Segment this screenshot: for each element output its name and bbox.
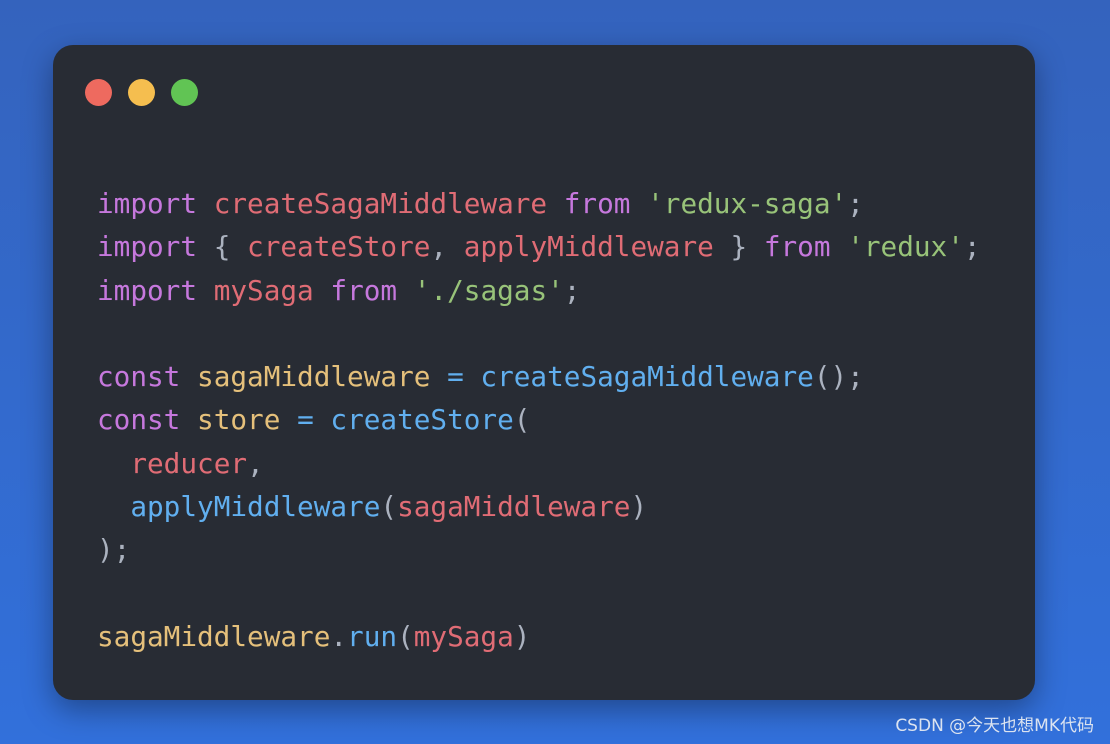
code-token-punct [547,187,564,220]
code-block: import createSagaMiddleware from 'redux-… [97,182,981,658]
code-token-variable: createSagaMiddleware [213,187,548,220]
code-token-punct [197,274,214,307]
code-token-keyword: import [97,230,198,264]
code-line: const store = createStore( [97,398,981,441]
code-token-punct [180,403,197,436]
code-token-keyword: const [97,360,181,394]
code-token-punct [630,187,647,220]
code-token-string: './sagas' [413,273,564,307]
code-token-punct: ( [397,619,414,653]
code-token-punct [97,447,130,480]
code-token-punct: , [247,446,264,480]
code-token-string: 'redux' [847,230,964,264]
code-token-punct [464,360,481,393]
code-token-punct: ) [513,619,531,653]
code-window: import createSagaMiddleware from 'redux-… [53,45,1035,700]
code-token-punct: . [330,619,348,653]
code-token-function: = [297,403,314,437]
code-token-function: createStore [330,403,514,437]
code-token-punct [314,274,331,307]
code-token-punct [397,274,414,307]
code-token-punct [430,360,447,393]
minimize-dot-icon [128,79,155,106]
code-token-variable: sagaMiddleware [397,490,631,524]
code-token-function: createSagaMiddleware [480,360,814,394]
code-token-variable: createStore [247,230,431,264]
code-line: import mySaga from './sagas'; [97,269,981,312]
code-token-punct: ( [513,403,531,437]
code-token-keyword: const [97,403,181,437]
code-token-punct: ) [630,490,648,524]
code-token-punct: } [713,230,764,264]
code-token-keyword: from [763,230,831,264]
code-token-punct [180,360,197,393]
code-token-punct [280,403,297,436]
code-line: const sagaMiddleware = createSagaMiddlew… [97,355,981,398]
code-token-variable: applyMiddleware [463,230,714,264]
code-token-punct: , [430,230,464,264]
code-token-keyword: import [97,273,198,307]
code-token-string: 'redux-saga' [647,187,848,220]
code-token-constant: sagaMiddleware [97,619,331,653]
code-token-variable: mySaga [213,273,314,307]
code-token-punct [314,403,331,436]
code-token-constant: sagaMiddleware [197,360,431,394]
close-dot-icon [85,79,112,106]
code-token-punct: ; [963,230,981,264]
maximize-dot-icon [171,79,198,106]
code-token-punct [831,230,848,263]
code-token-keyword: import [97,187,198,220]
watermark: CSDN @今天也想MK代码 [895,716,1094,736]
code-line: reducer, [97,442,981,485]
code-token-function: = [447,360,464,394]
code-token-variable: reducer [130,446,248,480]
code-token-function: applyMiddleware [130,490,381,524]
code-token-function: run [347,619,398,653]
code-line: sagaMiddleware.run(mySaga) [97,615,981,658]
code-token-punct [97,490,130,523]
code-line: import { createStore, applyMiddleware } … [97,225,981,268]
code-token-variable: mySaga [413,619,514,653]
code-token-punct: ); [97,533,131,567]
code-line: ); [97,528,981,571]
code-token-constant: store [197,403,281,437]
code-token-punct: ( [380,490,398,524]
code-token-keyword: from [563,187,631,220]
code-token-keyword: from [330,273,398,307]
code-line: import createSagaMiddleware from 'redux-… [97,182,981,225]
code-token-punct: ; [847,187,864,220]
code-line: applyMiddleware(sagaMiddleware) [97,485,981,528]
code-token-punct: { [197,230,248,264]
code-token-punct: ; [563,273,581,307]
code-token-punct: (); [813,360,864,394]
code-token-punct [197,187,214,220]
